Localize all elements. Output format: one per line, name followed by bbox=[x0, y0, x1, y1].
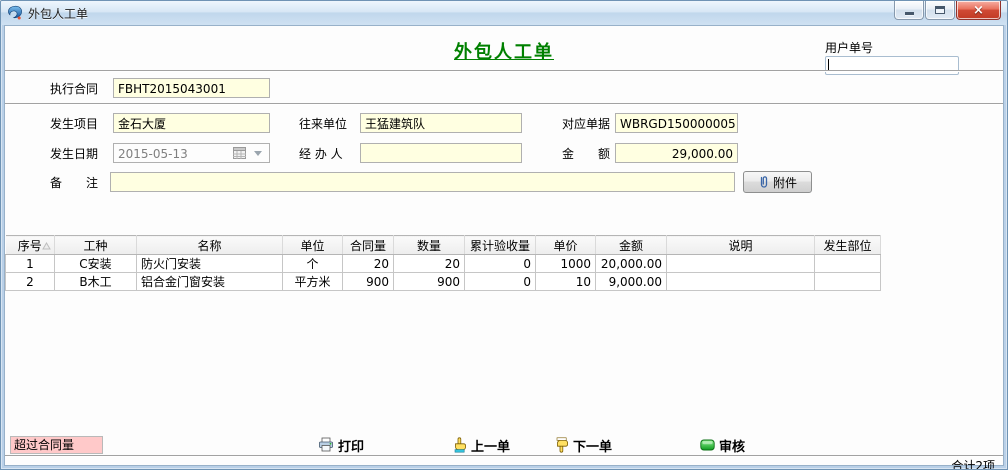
close-button[interactable]: × bbox=[956, 1, 1001, 20]
previous-order-label: 上一单 bbox=[471, 436, 510, 455]
column-header-4[interactable]: 单位 bbox=[283, 236, 343, 255]
table-cell[interactable]: 900 bbox=[394, 273, 465, 291]
hand-up-icon bbox=[452, 437, 467, 453]
project-field[interactable]: 金石大厦 bbox=[113, 113, 270, 133]
attachment-button[interactable]: 附件 bbox=[743, 171, 812, 193]
table-cell[interactable]: 20,000.00 bbox=[596, 255, 667, 273]
handler-field[interactable] bbox=[360, 143, 522, 163]
user-no-label: 用户单号 bbox=[825, 41, 873, 55]
next-order-label: 下一单 bbox=[573, 436, 612, 455]
amount-field[interactable]: 29,000.00 bbox=[615, 143, 738, 163]
separator bbox=[5, 70, 1003, 72]
table-cell[interactable]: 2 bbox=[6, 273, 55, 291]
remark-label: 备 注 bbox=[50, 175, 98, 191]
total-count: 合计2项 bbox=[951, 457, 995, 470]
column-header-3[interactable]: 名称 bbox=[137, 236, 283, 255]
printer-icon bbox=[318, 437, 334, 453]
column-header-9[interactable]: 金额 bbox=[596, 236, 667, 255]
previous-order-button[interactable]: 上一单 bbox=[452, 434, 510, 456]
table-row-filler bbox=[881, 255, 1003, 273]
table-cell[interactable]: C安装 bbox=[55, 255, 137, 273]
calendar-icon[interactable] bbox=[231, 146, 247, 160]
doc-label: 对应单据 bbox=[562, 116, 610, 132]
paperclip-icon bbox=[758, 175, 770, 189]
titlebar: 外包人工单 × bbox=[1, 1, 1007, 25]
column-header-6[interactable]: 数量 bbox=[394, 236, 465, 255]
grid-header-filler bbox=[881, 236, 1003, 255]
table-row-filler bbox=[881, 273, 1003, 291]
contract-field[interactable]: FBHT2015043001 bbox=[113, 78, 270, 98]
print-label: 打印 bbox=[338, 436, 364, 455]
window-controls: × bbox=[893, 1, 1001, 20]
column-header-11[interactable]: 发生部位 bbox=[815, 236, 881, 255]
column-header-1[interactable]: 序号 bbox=[6, 236, 55, 255]
table-cell[interactable]: 10 bbox=[536, 273, 596, 291]
table-cell[interactable]: 1000 bbox=[536, 255, 596, 273]
counterparty-label: 往来单位 bbox=[299, 116, 347, 132]
print-button[interactable]: 打印 bbox=[318, 434, 364, 456]
column-header-10[interactable]: 说明 bbox=[667, 236, 815, 255]
attachment-label: 附件 bbox=[773, 174, 797, 191]
audit-button[interactable]: 审核 bbox=[700, 434, 745, 456]
close-icon: × bbox=[973, 3, 984, 18]
app-window: 外包人工单 × 外包人工单 用户单号 执行合同 FBHT2015043001 发… bbox=[0, 0, 1008, 470]
project-label: 发生项目 bbox=[50, 116, 98, 132]
date-dropdown-arrow[interactable] bbox=[251, 146, 265, 160]
table-cell[interactable]: 20 bbox=[394, 255, 465, 273]
counterparty-field[interactable]: 王猛建筑队 bbox=[360, 113, 522, 133]
contract-label: 执行合同 bbox=[50, 81, 98, 97]
amount-label: 金 额 bbox=[562, 146, 610, 162]
window-title: 外包人工单 bbox=[28, 5, 88, 22]
items-grid: 序号工种名称单位合同量数量累计验收量单价金额说明发生部位 1C安装防火门安装个2… bbox=[5, 235, 1003, 291]
table-cell[interactable]: 个 bbox=[283, 255, 343, 273]
column-header-5[interactable]: 合同量 bbox=[343, 236, 394, 255]
handler-label: 经 办 人 bbox=[299, 146, 343, 162]
date-label: 发生日期 bbox=[50, 146, 98, 162]
audit-green-icon bbox=[700, 439, 715, 451]
table-cell[interactable]: 铝合金门窗安装 bbox=[137, 273, 283, 291]
table-row[interactable]: 2B木工铝合金门窗安装平方米9009000109,000.00 bbox=[6, 273, 1003, 291]
hand-down-icon bbox=[554, 437, 569, 453]
column-header-8[interactable]: 单价 bbox=[536, 236, 596, 255]
table-cell[interactable]: B木工 bbox=[55, 273, 137, 291]
table-cell[interactable] bbox=[667, 255, 815, 273]
table-cell[interactable] bbox=[815, 273, 881, 291]
table-cell[interactable]: 1 bbox=[6, 255, 55, 273]
doc-field[interactable]: WBRGD150000005 bbox=[615, 113, 738, 133]
column-header-7[interactable]: 累计验收量 bbox=[465, 236, 536, 255]
audit-label: 审核 bbox=[719, 436, 745, 455]
table-cell[interactable]: 900 bbox=[343, 273, 394, 291]
table-cell[interactable] bbox=[667, 273, 815, 291]
table-row[interactable]: 1C安装防火门安装个20200100020,000.00 bbox=[6, 255, 1003, 273]
column-header-2[interactable]: 工种 bbox=[55, 236, 137, 255]
minimize-icon bbox=[905, 12, 914, 15]
maximize-icon bbox=[935, 6, 945, 14]
next-order-button[interactable]: 下一单 bbox=[554, 434, 612, 456]
remark-field[interactable] bbox=[110, 172, 735, 192]
grid-header-row: 序号工种名称单位合同量数量累计验收量单价金额说明发生部位 bbox=[6, 236, 1003, 255]
app-icon bbox=[7, 5, 23, 21]
table-cell[interactable]: 平方米 bbox=[283, 273, 343, 291]
date-field[interactable]: 2015-05-13 bbox=[113, 143, 270, 163]
minimize-button[interactable] bbox=[894, 1, 924, 20]
table-cell[interactable]: 0 bbox=[465, 273, 536, 291]
table-cell[interactable]: 20 bbox=[343, 255, 394, 273]
table-cell[interactable]: 0 bbox=[465, 255, 536, 273]
warning-badge: 超过合同量 bbox=[10, 436, 103, 454]
maximize-button[interactable] bbox=[925, 1, 955, 20]
table-cell[interactable] bbox=[815, 255, 881, 273]
sort-ascending-icon bbox=[42, 242, 51, 250]
user-no-input[interactable] bbox=[825, 56, 959, 75]
client-area: 外包人工单 用户单号 执行合同 FBHT2015043001 发生项目 金石大厦… bbox=[4, 25, 1004, 466]
separator bbox=[5, 103, 1003, 105]
table-cell[interactable]: 9,000.00 bbox=[596, 273, 667, 291]
separator bbox=[5, 455, 1003, 457]
table-cell[interactable]: 防火门安装 bbox=[137, 255, 283, 273]
